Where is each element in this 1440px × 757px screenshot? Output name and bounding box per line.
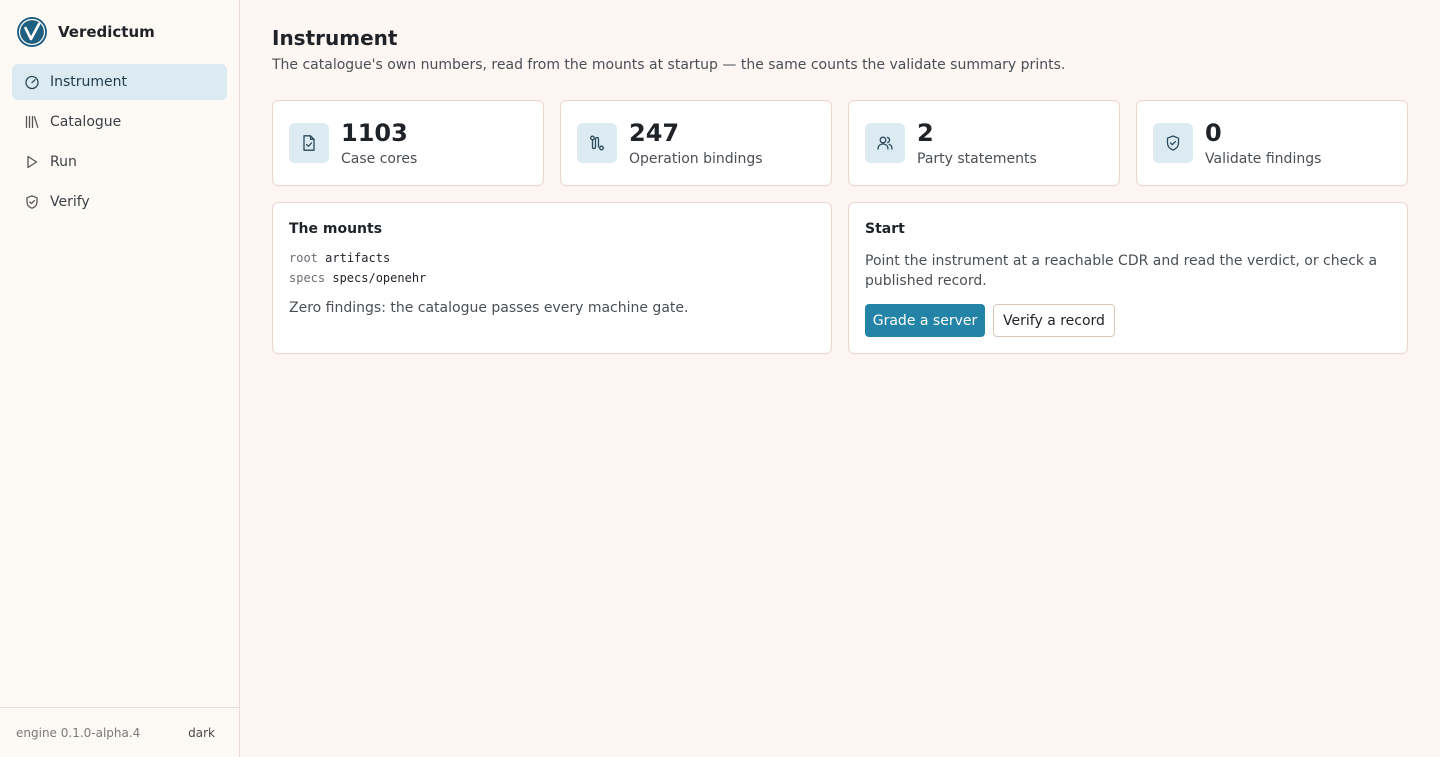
sidebar-item-label: Catalogue bbox=[50, 114, 122, 130]
sidebar-item-label: Run bbox=[50, 154, 77, 170]
mount-value: specs/openehr bbox=[332, 271, 427, 285]
sidebar-item-run[interactable]: Run bbox=[12, 144, 227, 180]
stat-icon-box bbox=[577, 123, 617, 163]
sidebar-item-catalogue[interactable]: Catalogue bbox=[12, 104, 227, 140]
play-icon bbox=[27, 155, 38, 169]
shield-check-icon bbox=[26, 195, 38, 209]
sidebar-item-label: Instrument bbox=[50, 74, 128, 90]
stat-icon-box bbox=[1153, 123, 1193, 163]
gauge-icon bbox=[25, 75, 39, 90]
stat-icon-box bbox=[289, 123, 329, 163]
sidebar-item-verify[interactable]: Verify bbox=[12, 184, 227, 220]
stat-icon-box bbox=[865, 123, 905, 163]
library-icon bbox=[25, 115, 39, 129]
stat-label: Case cores bbox=[341, 151, 418, 167]
stat-card-validate-findings: 0 Validate findings bbox=[1136, 100, 1408, 186]
stat-label: Party statements bbox=[917, 151, 1037, 167]
mounts-panel: The mounts root artifacts specs specs/op… bbox=[272, 202, 832, 354]
brand[interactable]: Veredictum bbox=[16, 16, 155, 48]
route-icon bbox=[590, 135, 604, 151]
users-icon bbox=[877, 136, 893, 150]
mounts-note: Zero findings: the catalogue passes ever… bbox=[289, 300, 689, 316]
mount-row-root: root artifacts bbox=[289, 251, 390, 265]
grade-server-button[interactable]: Grade a server bbox=[865, 304, 985, 337]
file-check-icon bbox=[303, 135, 315, 151]
stat-value: 1103 bbox=[341, 119, 408, 147]
verify-record-button[interactable]: Verify a record bbox=[993, 304, 1115, 337]
mount-value: artifacts bbox=[325, 251, 391, 265]
panel-title: Start bbox=[865, 221, 905, 237]
sidebar-item-instrument[interactable]: Instrument bbox=[12, 64, 227, 100]
stats-row: 1103 Case cores 247 Operation bindings 2… bbox=[272, 100, 1408, 186]
shield-check-icon bbox=[1166, 135, 1180, 151]
stat-card-party-statements: 2 Party statements bbox=[848, 100, 1120, 186]
stat-value: 2 bbox=[917, 119, 934, 147]
stat-card-operation-bindings: 247 Operation bindings bbox=[560, 100, 832, 186]
sidebar-item-label: Verify bbox=[50, 194, 90, 210]
stat-value: 0 bbox=[1205, 119, 1222, 147]
sidebar: Veredictum Instrument Catalogue Run Veri… bbox=[0, 0, 240, 757]
engine-version: engine 0.1.0-alpha.4 bbox=[16, 725, 141, 740]
start-panel: Start Point the instrument at a reachabl… bbox=[848, 202, 1408, 354]
mount-row-specs: specs specs/openehr bbox=[289, 271, 426, 285]
stat-label: Validate findings bbox=[1205, 151, 1322, 167]
stat-value: 247 bbox=[629, 119, 680, 147]
mount-key: specs bbox=[289, 271, 326, 285]
stat-label: Operation bindings bbox=[629, 151, 763, 167]
veredictum-logo-icon bbox=[17, 17, 47, 47]
app-name: Veredictum bbox=[58, 23, 155, 41]
page-subtitle: The catalogue's own numbers, read from t… bbox=[272, 57, 1066, 73]
sidebar-nav: Instrument Catalogue Run Verify bbox=[12, 64, 227, 224]
page-title: Instrument bbox=[272, 26, 398, 50]
stat-card-case-cores: 1103 Case cores bbox=[272, 100, 544, 186]
sidebar-footer: engine 0.1.0-alpha.4 dark bbox=[0, 707, 239, 757]
mount-key: root bbox=[289, 251, 318, 265]
panel-title: The mounts bbox=[289, 221, 383, 237]
theme-toggle-button[interactable]: dark bbox=[188, 726, 215, 740]
start-description: Point the instrument at a reachable CDR … bbox=[865, 253, 1378, 289]
